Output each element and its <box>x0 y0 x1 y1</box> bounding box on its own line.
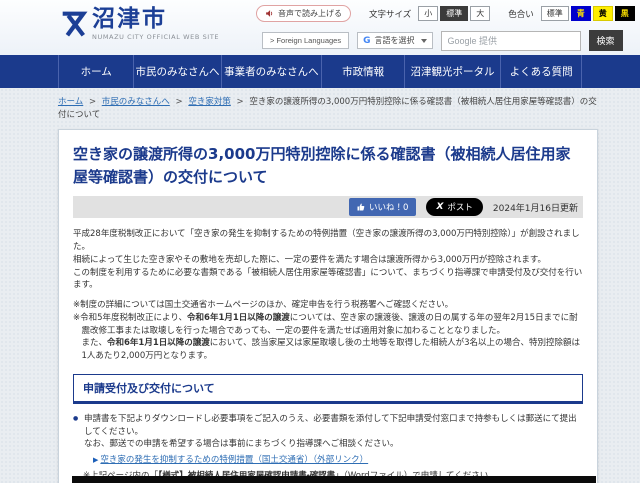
nav-item-citizens[interactable]: 市民のみなさんへ <box>133 55 220 88</box>
x-post-label: ポスト <box>447 203 473 214</box>
color-scheme-label: 色合い <box>508 9 534 20</box>
font-size-large-button[interactable]: 大 <box>470 5 491 22</box>
global-nav: ホーム 市民のみなさんへ 事業者のみなさんへ 市政情報 沼津観光ポータル よくあ… <box>0 55 640 88</box>
color-blue-button[interactable]: 青 <box>570 5 591 22</box>
speaker-icon <box>266 10 273 17</box>
note-r5-bold: 令和6年1月1日以降の譲渡 <box>187 312 290 323</box>
font-size-small-button[interactable]: 小 <box>418 5 439 22</box>
language-select-dropdown[interactable]: G 言語を選択 <box>357 32 433 49</box>
application-line: 申請書を下記よりダウンロードし必要事項をご記入のうえ、必要書類を添付して下記申請… <box>84 413 577 437</box>
note-r6: また、令和6年1月1日以降の譲渡において、該当家屋又は家屋取壊し後の土地等を取得… <box>73 337 583 363</box>
city-logo-icon <box>62 11 88 37</box>
social-strip: いいね！0 X ポスト 2024年1月16日更新 <box>73 196 583 219</box>
color-yellow-button[interactable]: 黄 <box>592 5 613 22</box>
chevron-down-icon <box>420 38 427 43</box>
nav-item-home[interactable]: ホーム <box>58 55 133 88</box>
application-line: なお、郵送での申請を希望する場合は事前にまちづくり指導課へご相談ください。 <box>84 439 399 450</box>
breadcrumb-separator: > <box>175 97 183 107</box>
breadcrumb-separator: > <box>236 97 244 107</box>
note-r5: ※令和5年度税制改正により、令和6年1月1日以降の譲渡については、空き家の譲渡後… <box>73 312 583 338</box>
cutoff-table-header <box>72 476 596 483</box>
nav-item-businesses[interactable]: 事業者のみなさんへ <box>220 55 322 88</box>
city-logo[interactable]: 沼津市 NUMAZU CITY OFFICIAL WEB SITE <box>58 6 220 42</box>
breadcrumb: ホーム > 市民のみなさんへ > 空き家対策 > 空き家の譲渡所得の3,000万… <box>58 96 598 122</box>
read-aloud-button[interactable]: 音声で読み上げる <box>256 5 351 22</box>
site-header: 沼津市 NUMAZU CITY OFFICIAL WEB SITE 音声で読み上… <box>0 0 640 55</box>
link-arrow-icon: ▶ <box>93 456 99 465</box>
read-aloud-label: 音声で読み上げる <box>278 9 342 18</box>
font-size-label: 文字サイズ <box>369 9 412 20</box>
like-label: いいね！0 <box>369 203 409 214</box>
intro-paragraph: 平成28年度税制改正において「空き家の発生を抑制するための特例措置（空き家の譲渡… <box>73 228 583 292</box>
intro-line: 相続によって生じた空き家やその敷地を売却した際に、一定の要件を満たす場合は譲渡所… <box>73 254 547 265</box>
note-detail: ※制度の詳細については国土交通省ホームページのほか、確定申告を行う税務署へご確認… <box>73 300 454 311</box>
page-title: 空き家の譲渡所得の3,000万円特別控除に係る確認書（被相続人居住用家屋等確認書… <box>73 145 571 186</box>
site-subtitle: NUMAZU CITY OFFICIAL WEB SITE <box>92 33 220 42</box>
x-logo-icon: X <box>436 202 444 213</box>
external-link-row: ▶ 空き家の発生を抑制するための特例措置（国土交通省）（外部リンク） <box>73 454 583 467</box>
nav-item-tourism-portal[interactable]: 沼津観光ポータル <box>403 55 500 88</box>
article-card: 空き家の譲渡所得の3,000万円特別控除に係る確認書（被相続人居住用家屋等確認書… <box>58 129 598 483</box>
color-standard-button[interactable]: 標準 <box>540 5 569 22</box>
application-instructions: ● 申請書を下記よりダウンロードし必要事項をご記入のうえ、必要書類を添付して下記… <box>73 413 583 451</box>
section-heading: 申請受付及び交付について <box>73 373 583 404</box>
application-section: ● 申請書を下記よりダウンロードし必要事項をご記入のうえ、必要書類を添付して下記… <box>73 413 583 483</box>
foreign-languages-button[interactable]: > Foreign Languages <box>262 32 350 49</box>
bullet-icon: ● <box>73 414 79 422</box>
note-r6-prefix: また、 <box>81 338 108 349</box>
nav-item-faq[interactable]: よくある質問 <box>500 55 582 88</box>
note-r6-bold: 令和6年1月1日以降の譲渡 <box>107 338 210 349</box>
color-black-button[interactable]: 黒 <box>614 5 635 22</box>
google-g-icon: G <box>363 35 371 46</box>
language-select-label: 言語を選択 <box>374 36 415 45</box>
font-size-standard-button[interactable]: 標準 <box>440 5 469 22</box>
x-post-button[interactable]: X ポスト <box>426 198 483 217</box>
breadcrumb-home-link[interactable]: ホーム <box>58 97 83 107</box>
breadcrumb-vacant-house-link[interactable]: 空き家対策 <box>188 97 231 107</box>
notes-paragraph: ※制度の詳細については国土交通省ホームページのほか、確定申告を行う税務署へご確認… <box>73 299 583 363</box>
updated-date: 2024年1月16日更新 <box>492 203 578 214</box>
breadcrumb-citizens-link[interactable]: 市民のみなさんへ <box>102 97 170 107</box>
mlit-external-link[interactable]: 空き家の発生を抑制するための特例措置（国土交通省）（外部リンク） <box>100 455 368 465</box>
note-r5-prefix: ※令和5年度税制改正により、 <box>73 312 188 323</box>
intro-line: 平成28年度税制改正において「空き家の発生を抑制するための特例措置（空き家の譲渡… <box>73 229 580 253</box>
search-button[interactable]: 検索 <box>588 30 623 51</box>
site-title: 沼津市 <box>92 6 167 32</box>
facebook-like-button[interactable]: いいね！0 <box>349 198 417 217</box>
search-input[interactable] <box>440 30 581 51</box>
thumbs-up-icon <box>357 203 365 211</box>
intro-line: この制度を利用するために必要な書類である「被相続人居住用家屋等確認書」について、… <box>73 267 583 291</box>
breadcrumb-separator: > <box>88 97 97 107</box>
nav-item-city-info[interactable]: 市政情報 <box>321 55 404 88</box>
